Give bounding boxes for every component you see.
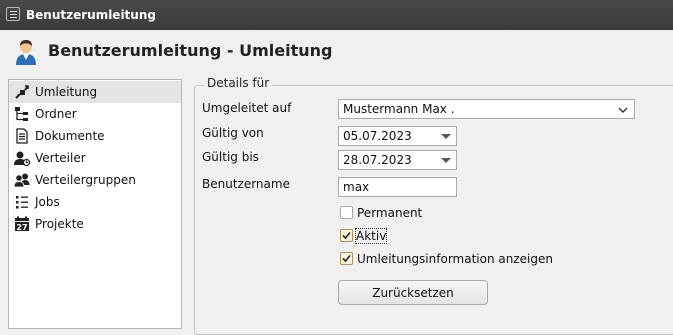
page-title: Benutzerumleitung - Umleitung	[48, 41, 333, 60]
svg-text:27: 27	[16, 223, 27, 232]
dropdown-arrow-icon	[441, 158, 451, 163]
umgeleitet-auf-value: Mustermann Max .	[343, 102, 455, 116]
folder-tree-icon	[15, 107, 28, 121]
aktiv-label: Aktiv	[354, 228, 388, 244]
user-icon	[16, 40, 36, 65]
gueltig-von-label: Gültig von	[202, 126, 264, 140]
benutzername-input[interactable]	[338, 177, 457, 197]
chevron-down-icon	[618, 107, 628, 113]
sidebar-item-label: Projekte	[35, 217, 84, 231]
window-title: Benutzerumleitung	[26, 8, 156, 22]
gueltig-bis-datepicker[interactable]: 28.07.2023	[338, 150, 457, 170]
job-list-icon	[16, 196, 28, 209]
sidebar-item-verteiler[interactable]: Verteiler	[9, 147, 181, 169]
sidebar-item-label: Verteilergruppen	[35, 173, 136, 187]
umleitungsinfo-checkbox[interactable]	[340, 252, 353, 265]
benutzername-label: Benutzername	[202, 177, 290, 191]
umgeleitet-auf-select[interactable]: Mustermann Max .	[338, 99, 635, 119]
sidebar-item-label: Verteiler	[35, 151, 86, 165]
sidebar: Umleitung Ordner Dokumente Verteiler Ver…	[8, 79, 182, 329]
details-legend: Details für	[204, 76, 273, 90]
sidebar-item-label: Jobs	[35, 195, 60, 209]
sidebar-item-label: Ordner	[35, 107, 77, 121]
user-group-icon	[14, 173, 30, 188]
distributor-icon	[14, 151, 30, 166]
gueltig-bis-label: Gültig bis	[202, 150, 259, 164]
sidebar-item-label: Umleitung	[35, 85, 98, 99]
title-bar: Benutzerumleitung	[0, 0, 673, 30]
document-icon	[16, 128, 28, 144]
page-header: Benutzerumleitung - Umleitung	[0, 30, 673, 74]
redirect-icon	[15, 85, 29, 99]
calendar-icon: 27	[15, 216, 29, 232]
gueltig-von-datepicker[interactable]: 05.07.2023	[338, 126, 457, 146]
sidebar-item-label: Dokumente	[35, 129, 105, 143]
dropdown-arrow-icon	[441, 134, 451, 139]
checkmark-icon	[342, 231, 351, 240]
permanent-label: Permanent	[357, 206, 423, 220]
sidebar-item-dokumente[interactable]: Dokumente	[9, 125, 181, 147]
sidebar-item-ordner[interactable]: Ordner	[9, 103, 181, 125]
app-icon	[6, 7, 20, 21]
reset-button[interactable]: Zurücksetzen	[338, 280, 488, 305]
aktiv-checkbox[interactable]	[340, 229, 353, 242]
checkmark-icon	[342, 254, 351, 263]
permanent-checkbox[interactable]	[340, 206, 353, 219]
gueltig-bis-value: 28.07.2023	[343, 153, 412, 167]
gueltig-von-value: 05.07.2023	[343, 129, 412, 143]
sidebar-item-jobs[interactable]: Jobs	[9, 191, 181, 213]
umgeleitet-auf-label: Umgeleitet auf	[202, 101, 292, 115]
sidebar-item-projekte[interactable]: 27 Projekte	[9, 213, 181, 235]
umleitungsinfo-label: Umleitungsinformation anzeigen	[357, 252, 553, 266]
sidebar-item-umleitung[interactable]: Umleitung	[9, 81, 181, 103]
sidebar-item-verteilergruppen[interactable]: Verteilergruppen	[9, 169, 181, 191]
